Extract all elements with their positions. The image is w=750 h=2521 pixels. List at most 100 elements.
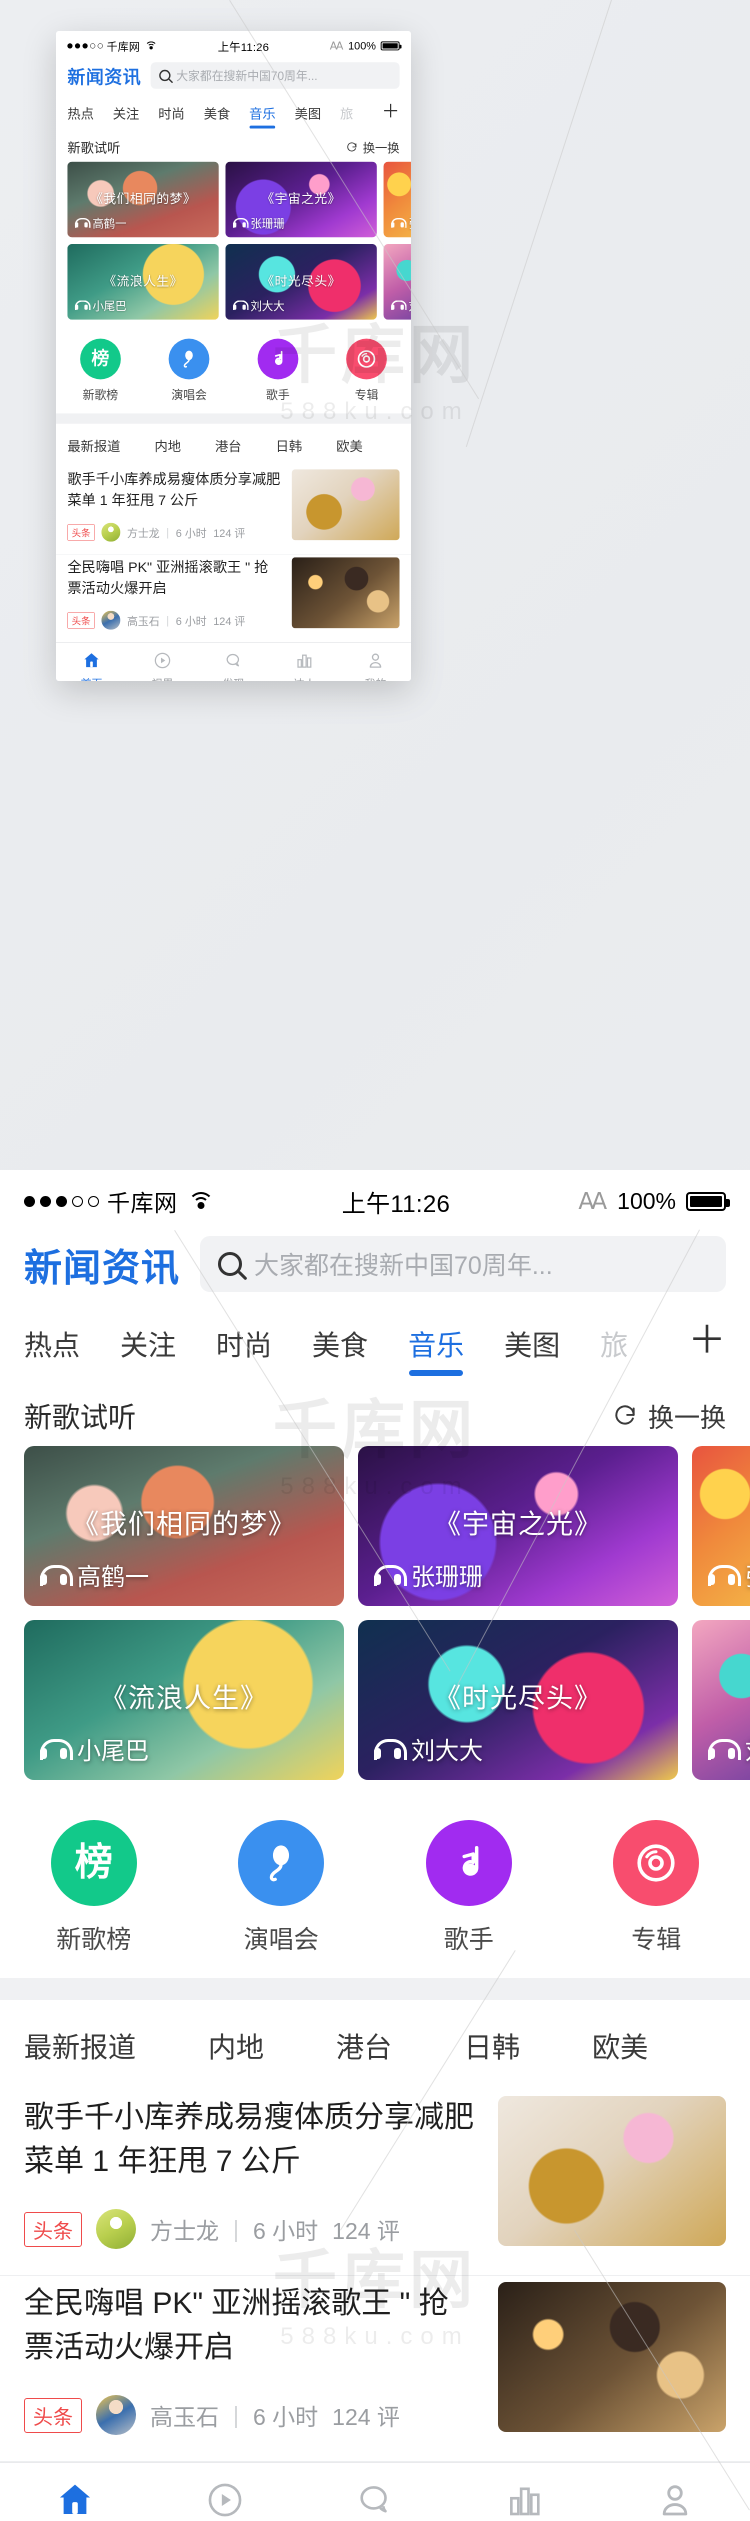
music-section-header: 新歌试听 换一换	[0, 1378, 750, 1446]
news-tab-日韩[interactable]: 日韩	[276, 436, 303, 455]
status-badge: 头条	[67, 523, 95, 541]
add-tab-button[interactable]: ＋	[688, 1322, 726, 1370]
music-card-artist: 张珊	[708, 1557, 750, 1592]
avatar	[101, 522, 121, 542]
music-card[interactable]: 《时光尽头》 刘大大	[225, 243, 377, 320]
news-tab-欧美[interactable]: 欧美	[336, 436, 363, 455]
music-card[interactable]: 《宇宙之光》 张珊珊	[358, 1446, 678, 1606]
bottom-tab-label: 达人	[294, 675, 316, 681]
tab-时尚[interactable]: 时尚	[158, 99, 185, 129]
news-author: 高玉石	[150, 2404, 219, 2430]
news-list-item[interactable]: 歌手千小库养成易瘦体质分享减肥菜单 1 年狂甩 7 公斤 头条 方士龙 | 6 小时 12…	[0, 2090, 750, 2276]
quick-nav: 榜新歌榜 演唱会 歌手 专辑	[0, 1794, 750, 1978]
tab-关注[interactable]: 关注	[113, 99, 140, 129]
music-card-row[interactable]: 《我们相同的梦》高鹤一《宇宙之光》张珊珊张珊	[56, 161, 411, 244]
signal-dot-filled	[74, 43, 81, 49]
news-tab-内地[interactable]: 内地	[208, 2026, 264, 2066]
quick-nav-item-专辑[interactable]: 专辑	[563, 1820, 750, 1956]
search-input[interactable]: 大家都在搜新中国70周年...	[200, 1236, 726, 1292]
music-card[interactable]: 《时光尽头》刘大大	[358, 1620, 678, 1780]
tab-旅[interactable]: 旅	[340, 99, 353, 129]
news-list-item[interactable]: 歌手千小库养成易瘦体质分享减肥菜单 1 年狂甩 7 公斤 头条 方士龙 | 6 小时 12…	[56, 466, 411, 555]
news-author: 高玉石	[126, 615, 160, 628]
tab-label: 时尚	[216, 1330, 273, 1361]
artist-name: 刘大大	[250, 299, 285, 313]
bottom-tab-我的[interactable]: 我的	[600, 2479, 750, 2521]
news-tab-内地[interactable]: 内地	[154, 436, 181, 455]
chat-bubble-icon	[224, 651, 244, 671]
tab-音乐[interactable]: 音乐	[249, 99, 276, 129]
tab-旅[interactable]: 旅	[600, 1314, 628, 1378]
bottom-tab-首页[interactable]: 首页	[0, 2479, 150, 2521]
tab-美食[interactable]: 美食	[312, 1314, 368, 1378]
bottom-tab-首页[interactable]: 首页	[56, 651, 127, 681]
bottom-tab-达人[interactable]: 达人	[269, 651, 340, 681]
add-tab-button[interactable]: ＋	[382, 103, 400, 126]
music-card[interactable]: 张珊	[383, 161, 411, 238]
music-card-row[interactable]: 《流浪人生》小尾巴《时光尽头》刘大大刘大	[56, 243, 411, 326]
bottom-tab-我的[interactable]: 我的	[340, 651, 411, 681]
headphone-icon	[74, 217, 91, 228]
news-title: 全民嗨唱 PK" 亚洲摇滚歌王 " 抢票活动火爆开启	[67, 559, 269, 596]
tab-美图[interactable]: 美图	[504, 1314, 560, 1378]
quick-nav-item-歌手[interactable]: 歌手	[375, 1820, 563, 1956]
headphone-icon	[40, 1738, 73, 1760]
status-bar: 千库网 上午11:26 Ꜳ 100%	[0, 1170, 750, 1232]
music-card-row[interactable]: 《我们相同的梦》高鹤一《宇宙之光》张珊珊张珊	[0, 1446, 750, 1620]
music-note-icon	[257, 338, 299, 380]
news-list-item[interactable]: 全民嗨唱 PK" 亚洲摇滚歌王 " 抢票活动火爆开启 头条 高玉石 | 6 小时 124 …	[0, 2276, 750, 2462]
music-card[interactable]: 《流浪人生》 小尾巴	[67, 243, 219, 320]
tab-美图[interactable]: 美图	[295, 99, 322, 129]
news-tab-港台[interactable]: 港台	[215, 436, 242, 455]
music-card-row[interactable]: 《流浪人生》小尾巴《时光尽头》刘大大刘大	[0, 1620, 750, 1794]
news-tab-最新报道[interactable]: 最新报道	[67, 436, 120, 455]
tab-音乐[interactable]: 音乐	[408, 1314, 464, 1378]
quick-nav-item-演唱会[interactable]: 演唱会	[188, 1820, 376, 1956]
play-circle-icon	[204, 2479, 246, 2521]
news-tab-最新报道[interactable]: 最新报道	[24, 2026, 136, 2066]
music-card-title: 《时光尽头》	[434, 1683, 602, 1714]
music-card[interactable]: 《我们相同的梦》 高鹤一	[67, 161, 219, 238]
tab-热点[interactable]: 热点	[67, 99, 94, 129]
tab-时尚[interactable]: 时尚	[216, 1314, 272, 1378]
news-list-item[interactable]: 全民嗨唱 PK" 亚洲摇滚歌王 " 抢票活动火爆开启 头条 高玉石 | 6 小时 124 …	[56, 554, 411, 643]
music-card[interactable]: 刘大	[383, 243, 411, 320]
refresh-button[interactable]: 换一换	[612, 1398, 726, 1435]
music-card[interactable]: 《我们相同的梦》 高鹤一	[24, 1446, 344, 1606]
bottom-tab-视界[interactable]: 视界	[150, 2479, 300, 2521]
battery-percent-label: 100%	[617, 1187, 676, 1214]
headphone-icon	[374, 1738, 407, 1760]
tab-热点[interactable]: 热点	[24, 1314, 80, 1378]
music-card[interactable]: 《宇宙之光》 张珊珊	[225, 161, 377, 238]
tab-美食[interactable]: 美食	[204, 99, 231, 129]
music-card-artist: 小尾巴	[40, 1731, 149, 1766]
quick-nav-item-新歌榜[interactable]: 榜新歌榜	[0, 1820, 188, 1956]
quick-nav-item-演唱会[interactable]: 演唱会	[145, 338, 234, 403]
bottom-tab-达人[interactable]: 达人	[450, 2479, 600, 2521]
music-card-title: 《我们相同的梦》	[90, 191, 197, 206]
headphone-icon	[391, 300, 407, 311]
music-card[interactable]: 刘大	[692, 1620, 750, 1780]
artist-name: 刘大大	[411, 1738, 483, 1765]
music-card-title: 《宇宙之光》	[434, 1509, 602, 1540]
quick-nav-item-专辑[interactable]: 专辑	[322, 338, 411, 403]
news-thumbnail	[498, 2282, 726, 2432]
quick-nav-item-歌手[interactable]: 歌手	[233, 338, 322, 403]
tab-关注[interactable]: 关注	[120, 1314, 176, 1378]
battery-icon	[380, 41, 402, 51]
bottom-tab-发现[interactable]: 发现	[198, 651, 269, 681]
bottom-tab-发现[interactable]: 发现	[300, 2479, 450, 2521]
music-card[interactable]: 张珊	[692, 1446, 750, 1606]
news-list: 歌手千小库养成易瘦体质分享减肥菜单 1 年狂甩 7 公斤 头条 方士龙 | 6 小时 12…	[56, 466, 411, 643]
music-card[interactable]: 《流浪人生》 小尾巴	[24, 1620, 344, 1780]
signal-dot-filled	[24, 1195, 35, 1207]
music-card-artist: 张珊珊	[233, 214, 285, 231]
search-input[interactable]: 大家都在搜新中国70周年...	[150, 62, 400, 89]
quick-nav-item-新歌榜[interactable]: 榜新歌榜	[56, 338, 145, 403]
bottom-tab-视界[interactable]: 视界	[127, 651, 198, 681]
refresh-button[interactable]: 换一换	[346, 139, 400, 157]
headphone-icon	[40, 1564, 73, 1586]
news-tab-日韩[interactable]: 日韩	[464, 2026, 520, 2066]
news-tab-港台[interactable]: 港台	[336, 2026, 392, 2066]
news-tab-欧美[interactable]: 欧美	[592, 2026, 648, 2066]
